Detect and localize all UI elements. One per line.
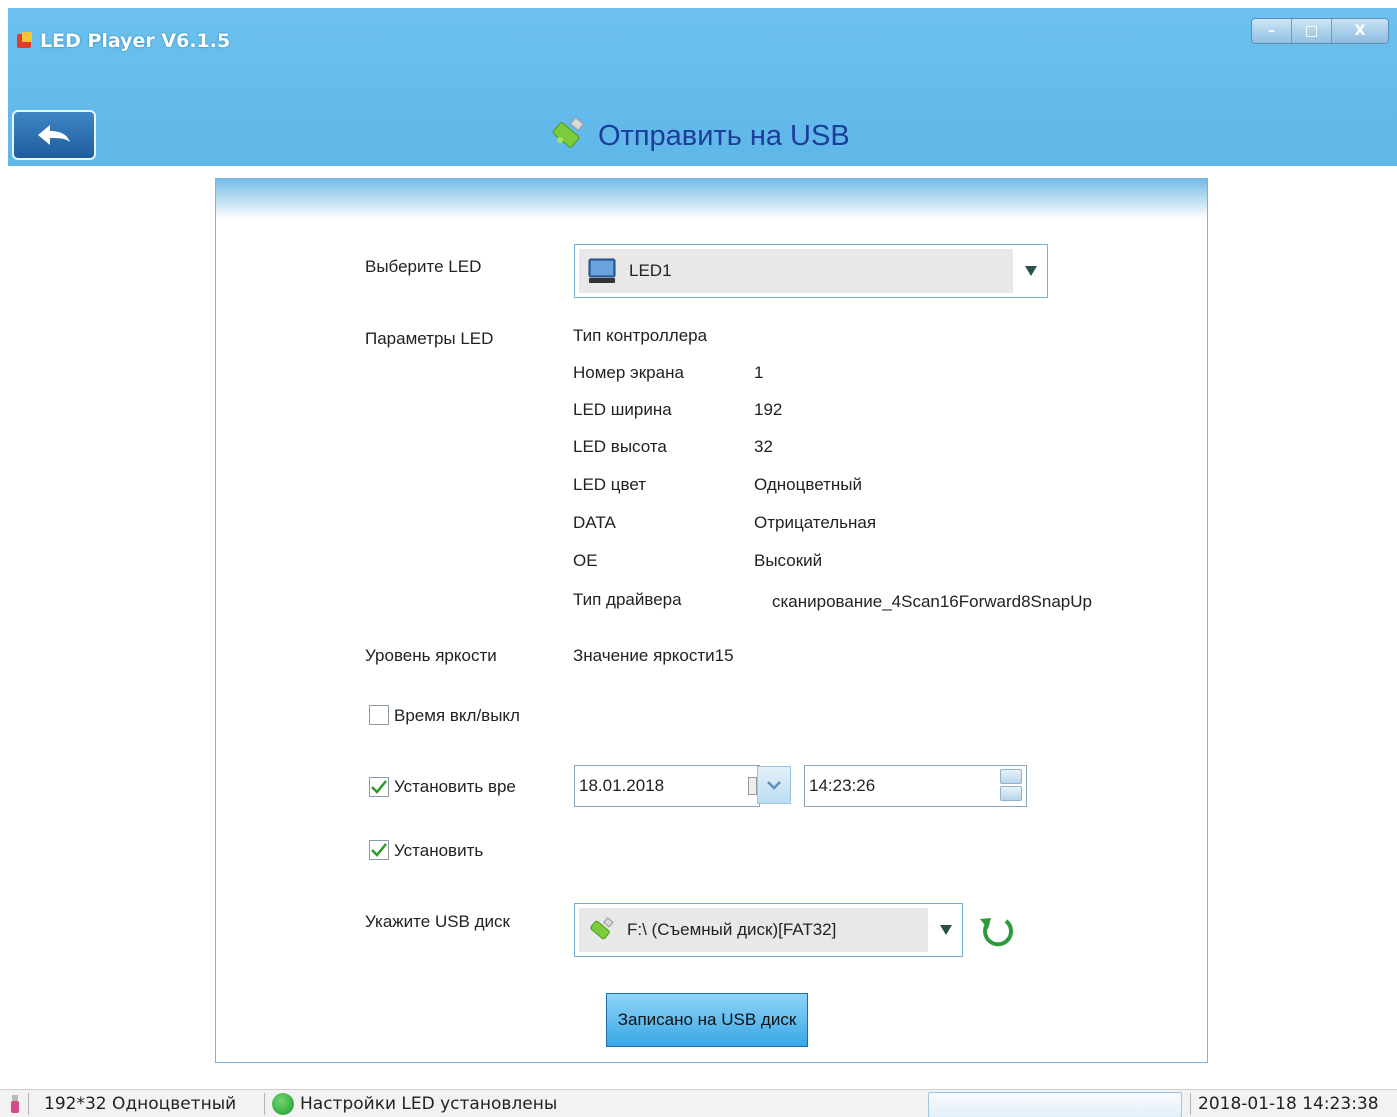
window-controls: – □ X [1251,18,1389,44]
led-select-field: LED1 [579,249,1013,293]
monitor-icon [588,258,616,283]
set-time-checkbox[interactable] [369,777,389,797]
status-separator [28,1093,29,1115]
param-value-led-height: 32 [754,437,773,456]
usb-status-icon [8,1090,22,1117]
param-name-oe: OE [573,551,598,570]
brightness-label: Уровень яркости [365,646,497,665]
set-time-label: Установить вре [394,777,516,796]
refresh-icon[interactable] [976,909,1018,951]
set-checkbox[interactable] [369,840,389,860]
param-name-screen-number: Номер экрана [573,363,684,382]
onoff-time-label: Время вкл/выкл [394,706,520,725]
minimize-button[interactable]: – [1252,19,1292,43]
status-datetime-text: 2018-01-18 14:23:38 [1198,1094,1379,1114]
brightness-value: Значение яркости15 [573,646,734,665]
status-datetime: 2018-01-18 14:23:38 [1198,1090,1379,1117]
app-logo-icon [16,32,34,50]
close-button[interactable]: X [1332,19,1388,43]
screen-info: 192*32 Одноцветный [44,1090,236,1117]
minimize-icon: – [1268,23,1275,39]
page-heading: Отправить на USB [548,112,850,160]
checkmark-icon [371,843,387,857]
select-led-label: Выберите LED [365,257,482,276]
param-value-screen-number: 1 [754,363,764,382]
param-value-led-width: 192 [754,400,783,419]
page-title: Отправить на USB [598,119,850,152]
date-value: 18.01.2018 [579,776,665,795]
usb-drive-value: F:\ (Съемный диск)[FAT32] [627,920,837,939]
status-separator [1190,1093,1191,1115]
spin-up-button[interactable] [1000,769,1022,784]
checkmark-icon [371,780,387,794]
status-separator [264,1093,265,1115]
status-bar: 192*32 Одноцветный Настройки LED установ… [0,1089,1397,1117]
param-name-led-color: LED цвет [573,475,647,494]
param-name-controller-type: Тип контроллера [573,326,708,345]
set-label: Установить [394,841,484,860]
param-value-led-color: Одноцветный [754,475,862,494]
usb-drive-icon [552,117,585,148]
maximize-icon: □ [1304,23,1319,39]
param-value-oe: Высокий [754,551,823,570]
maximize-button[interactable]: □ [1292,19,1332,43]
status-message-text: Настройки LED установлены [300,1094,558,1114]
param-value-driver-type: сканирование_4Scan16Forward8SnapUp [772,592,1092,611]
led-select-value: LED1 [629,261,672,280]
time-value: 14:23:26 [809,776,876,795]
spin-down-button[interactable] [1000,786,1022,801]
status-ok-icon [272,1093,294,1115]
chevron-down-icon [1025,266,1037,276]
param-name-driver-type: Тип драйвера [573,590,682,609]
write-to-usb-label: Записано на USB диск [617,1010,797,1029]
usb-drive-label: Укажите USB диск [365,912,510,931]
date-picker-toggle[interactable] [748,777,757,795]
write-to-usb-button[interactable]: Записано на USB диск [606,993,808,1047]
app-title: LED Player V6.1.5 [16,26,230,56]
usb-plug-icon [11,1095,19,1113]
param-name-led-height: LED высота [573,437,667,456]
status-message: Настройки LED установлены [272,1090,557,1117]
params-label: Параметры LED [365,329,494,348]
time-spinner[interactable] [1000,769,1022,801]
usb-drive-select[interactable]: F:\ (Съемный диск)[FAT32] [574,903,963,957]
chevron-down-icon [940,925,952,935]
usb-drive-icon [590,917,614,940]
back-button[interactable] [12,110,96,160]
param-name-led-width: LED ширина [573,400,672,419]
onoff-time-checkbox[interactable] [369,705,389,725]
progress-bar [928,1092,1182,1117]
param-value-data: Отрицательная [754,513,877,532]
time-field[interactable]: 14:23:26 [804,765,1027,807]
param-name-data: DATA [573,513,616,532]
led-select[interactable]: LED1 [574,244,1048,298]
calendar-dropdown-button[interactable] [757,766,791,804]
screen-info-text: 192*32 Одноцветный [44,1094,237,1114]
date-field[interactable]: 18.01.2018 [574,765,760,807]
panel-header-band [216,179,1207,219]
usb-drive-select-field: F:\ (Съемный диск)[FAT32] [579,908,928,952]
chevron-down-icon [767,781,781,790]
close-icon: X [1354,23,1366,39]
back-arrow-icon [38,125,70,145]
app-title-text: LED Player V6.1.5 [40,30,231,52]
